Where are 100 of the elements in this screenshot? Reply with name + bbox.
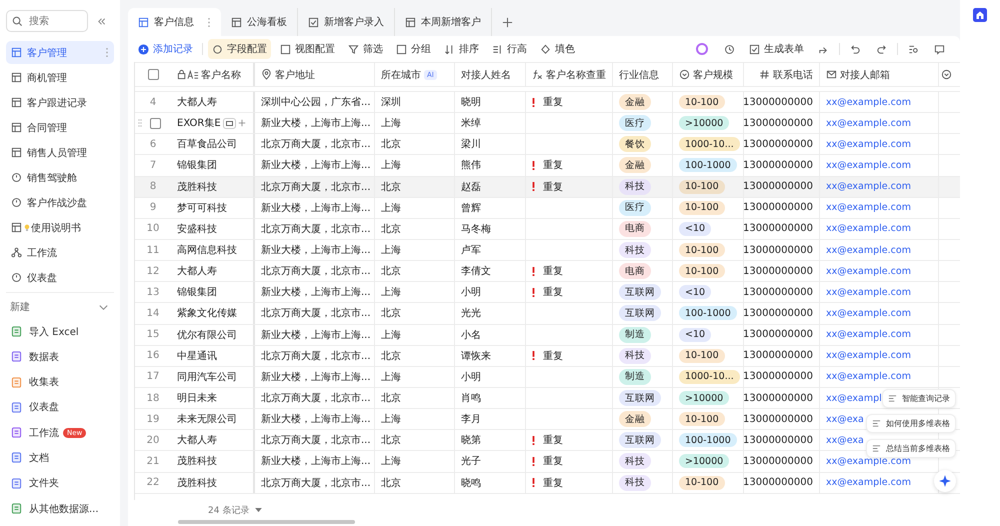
email-link[interactable]: xx@example.com: [826, 96, 911, 108]
email-link[interactable]: xx@example.com: [826, 118, 911, 129]
home-icon[interactable]: [973, 8, 987, 22]
sidebar-item[interactable]: 客户作战沙盘: [6, 191, 114, 214]
sidebar-item[interactable]: 仪表盘: [6, 266, 114, 289]
ring-icon[interactable]: [696, 43, 708, 55]
email-link[interactable]: xx@example.com: [826, 181, 911, 192]
create-item[interactable]: 文件夹: [6, 472, 114, 495]
suggestion-chip[interactable]: 如何使用多维表格: [866, 414, 956, 433]
table-row[interactable]: 16 中星通讯 北京万商大厦，北京市... 北京 谭恢来 重复 科技 10-100 13000000000 xx@example.com: [135, 346, 960, 367]
sort-button[interactable]: 排序: [440, 39, 483, 59]
industry-tag: 金融: [619, 94, 651, 110]
table-row[interactable]: 6 百草食品公司 北京万商大厦，北京市... 北京 梁川 餐饮 1000-10... 13000000000 xx@example.com: [135, 134, 960, 156]
email-link[interactable]: xx@example.com: [826, 138, 911, 150]
add-tab-icon[interactable]: [502, 16, 513, 28]
height-button[interactable]: 行高: [488, 39, 531, 59]
column-header[interactable]: 客户地址: [275, 68, 315, 82]
column-header[interactable]: 对接人姓名: [461, 68, 511, 82]
collapse-icon[interactable]: [96, 16, 107, 26]
sidebar-item[interactable]: 使用说明书: [6, 216, 114, 239]
table-row[interactable]: 8 茂胜科技 北京万商大厦，北京市... 北京 赵磊 重复 科技 10-100 13000000000 xx@example.com: [135, 176, 960, 198]
table-cell-text: 北京万商大厦，北京市...: [261, 264, 371, 278]
sparkle-button[interactable]: [934, 470, 956, 492]
table-row[interactable]: 4 大都人寿 深圳中心公园，广东省... 深圳 晓明 重复 金融 10-100 13000000000 xx@example.com: [135, 92, 960, 114]
plus-icon: [138, 44, 149, 54]
email-link[interactable]: xx@example.com: [826, 286, 911, 298]
table-cell-text: 茂胜科技: [177, 476, 217, 490]
sidebar-item[interactable]: 客户跟进记录: [6, 91, 114, 114]
email-link[interactable]: xx@exa: [826, 434, 864, 446]
create-item[interactable]: 从其他数据源...: [6, 497, 114, 520]
view-tab[interactable]: 客户信息: [128, 8, 221, 36]
group-button[interactable]: 分组: [392, 39, 435, 59]
email-link[interactable]: xx@example.com: [826, 202, 911, 214]
search-field[interactable]: 搜索: [6, 10, 88, 32]
email-link[interactable]: xx@example.com: [826, 456, 911, 467]
create-item[interactable]: 收集表: [6, 370, 114, 394]
email-link[interactable]: xx@exa: [826, 414, 864, 425]
select-all-checkbox[interactable]: [148, 69, 158, 80]
search-icon[interactable]: [908, 44, 919, 54]
email-link[interactable]: xx@example.com: [826, 350, 911, 362]
table-row[interactable]: 10 安盛科技 北京万商大厦，北京市... 北京 马冬梅 电商 <10 13000000000 xx@example.com: [135, 218, 960, 240]
table-row[interactable]: 11 高网信息科技 新业大楼，上海市上海... 上海 卢军 科技 10-100 13000000000 xx@example.com: [135, 240, 960, 262]
filter-button[interactable]: 筛选: [344, 39, 387, 59]
comment-icon[interactable]: [934, 44, 945, 54]
column-header[interactable]: 对接人邮箱: [840, 68, 890, 82]
add-icon[interactable]: [238, 119, 246, 128]
table-cell-text: 大都人寿: [177, 434, 217, 448]
table-row[interactable]: 12 大都人寿 北京万商大厦，北京市... 北京 李倩文 重复 电商 10-100 13000000000 xx@example.com: [135, 261, 960, 282]
view-button[interactable]: 视图配置: [276, 39, 339, 59]
generate-form-button[interactable]: 生成表单: [745, 39, 808, 59]
gauge-icon: [11, 172, 22, 183]
record-count[interactable]: 24 条记录: [208, 504, 250, 516]
sidebar-item[interactable]: 客户管理: [6, 41, 114, 64]
suggestion-chip[interactable]: 总结当前多维表格: [866, 439, 956, 458]
email-link[interactable]: xx@example.com: [826, 266, 911, 277]
sidebar-item[interactable]: 合同管理: [6, 116, 114, 139]
table-row[interactable]: 13 锦银集团 新业大楼，上海市上海... 上海 小明 重复 互联网 <10 13000000000 xx@example.com: [135, 282, 960, 304]
email-link[interactable]: xx@example.com: [826, 244, 911, 256]
email-link[interactable]: xx@exampl: [826, 392, 882, 404]
add-record-button[interactable]: 添加记录: [134, 39, 197, 59]
expand-icon[interactable]: [222, 118, 236, 129]
sidebar-item[interactable]: 销售人员管理: [6, 141, 114, 164]
email-link[interactable]: xx@example.com: [826, 223, 911, 234]
column-header[interactable]: 客户名称查重: [546, 68, 606, 82]
more-icon[interactable]: [207, 16, 211, 28]
create-item[interactable]: 数据表: [6, 345, 114, 368]
email-link[interactable]: xx@example.com: [826, 308, 911, 319]
scrollbar[interactable]: [178, 520, 355, 524]
table-row[interactable]: EXOR集E 新业大楼，上海市上海... 上海 米绰 医疗 >10000 13000000000 xx@example.com: [135, 113, 960, 134]
sidebar-item[interactable]: 商机管理: [6, 66, 114, 89]
table-row[interactable]: 14 紫象文化传媒 北京万商大厦，北京市... 北京 光光 互联网 100-1000 13000000000 xx@example.com: [135, 303, 960, 325]
email-link[interactable]: xx@example.com: [826, 160, 911, 171]
table-cell-text: 北京: [381, 306, 401, 320]
column-header[interactable]: 所在城市: [381, 68, 421, 82]
sidebar-item[interactable]: 销售驾驶舱: [6, 166, 114, 189]
email-link[interactable]: xx@example.com: [826, 371, 911, 382]
table-row[interactable]: 9 梦可可科技 新业大楼，上海市上海... 上海 曾辉 医疗 10-100 13000000000 xx@example.com: [135, 198, 960, 219]
column-header[interactable]: 行业信息: [619, 68, 659, 82]
gear-button[interactable]: 字段配置: [208, 39, 271, 59]
suggestion-chip[interactable]: 智能查询记录: [882, 389, 956, 408]
redo-icon[interactable]: [876, 44, 887, 54]
table-cell-text: 北京万商大厦，北京市...: [261, 392, 371, 406]
fill-button[interactable]: 填色: [536, 39, 579, 59]
row-checkbox[interactable]: [150, 118, 160, 129]
email-link[interactable]: xx@example.com: [826, 329, 911, 340]
email-link[interactable]: xx@example.com: [826, 477, 911, 488]
table-row[interactable]: 15 优尔有限公司 新业大楼，上海市上海... 上海 小名 制造 <10 13000000000 xx@example.com: [135, 324, 960, 346]
create-item[interactable]: 仪表盘: [6, 396, 114, 419]
undo-icon[interactable]: [850, 44, 861, 54]
column-header[interactable]: 客户规模: [693, 68, 733, 82]
caret-icon[interactable]: [255, 508, 262, 512]
create-item[interactable]: 文档: [6, 446, 114, 470]
table-cell-text: 上海: [381, 116, 401, 130]
column-header[interactable]: 客户名称: [201, 68, 241, 82]
create-item[interactable]: 导入 Excel: [6, 320, 114, 343]
history-icon[interactable]: [724, 44, 735, 54]
table-row[interactable]: 17 同用汽车公司 新业大楼，上海市上海... 上海 小明 制造 1000-10... 13000000000 xx@example.com: [135, 366, 960, 388]
scale-tag: 10-100: [679, 200, 725, 215]
sidebar-item[interactable]: 工作流: [6, 241, 114, 264]
column-header[interactable]: 联系电话: [773, 68, 813, 82]
